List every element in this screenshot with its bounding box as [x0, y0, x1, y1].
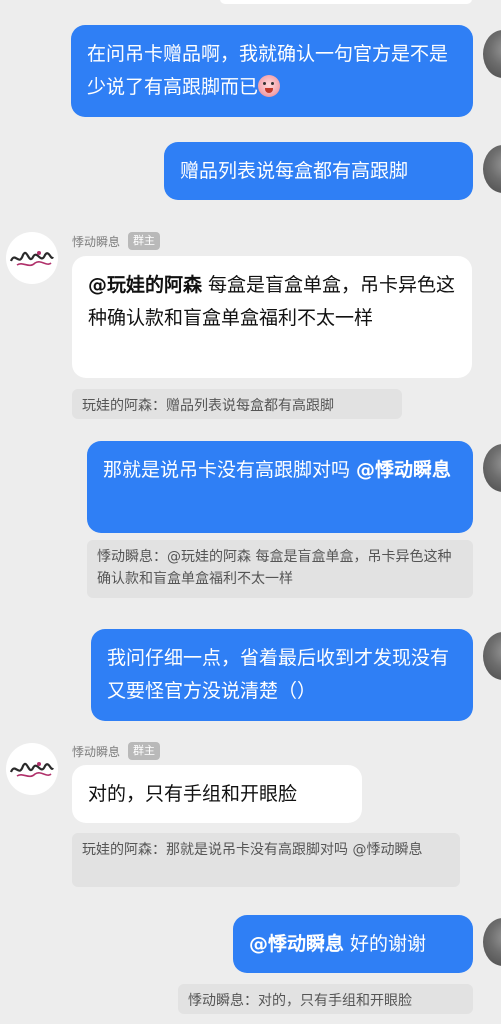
quote-text: 玩娃的阿森：赠品列表说每盒都有高跟脚 [82, 398, 334, 414]
message-bubble-3[interactable]: @玩娃的阿森 每盒是盲盒单盒，吊卡异色这种确认款和盲盒单盒福利不太一样 [72, 256, 472, 378]
user-avatar[interactable] [483, 145, 501, 193]
chat-message-list[interactable]: 在问吊卡赠品啊，我就确认一句官方是不是少说了有高跟脚而已 赠品列表说每盒都有高跟… [0, 0, 501, 1024]
reply-quote[interactable]: 悸动瞬息：对的，只有手组和开眼脸 [178, 984, 473, 1014]
reply-quote[interactable]: 玩娃的阿森：那就是说吊卡没有高跟脚对吗 @悸动瞬息 [72, 833, 460, 887]
quote-text: 悸动瞬息：@玩娃的阿森 每盒是盲盒单盒，吊卡异色这种确认款和盲盒单盒福利不太一样 [97, 549, 452, 587]
group-owner-avatar[interactable] [6, 232, 58, 284]
group-owner-avatar[interactable] [6, 743, 58, 795]
sender-name: 悸动瞬息 [72, 744, 121, 759]
group-owner-badge: 群主 [128, 742, 161, 760]
message-text: 好的谢谢 [344, 933, 427, 955]
message-text: 赠品列表说每盒都有高跟脚 [180, 160, 409, 182]
user-avatar[interactable] [483, 918, 501, 966]
group-owner-badge: 群主 [128, 232, 161, 250]
sender-line: 悸动瞬息 群主 [72, 742, 161, 760]
message-text: 那就是说吊卡没有高跟脚对吗 [103, 459, 357, 481]
mention[interactable]: @悸动瞬息 [356, 459, 451, 481]
quote-text: 玩娃的阿森：那就是说吊卡没有高跟脚对吗 @悸动瞬息 [82, 842, 423, 858]
group-logo-icon [9, 251, 54, 267]
message-bubble-4[interactable]: 那就是说吊卡没有高跟脚对吗 @悸动瞬息 [87, 441, 473, 533]
user-avatar[interactable] [483, 30, 501, 78]
message-bubble-6[interactable]: 对的，只有手组和开眼脸 [72, 765, 362, 823]
previous-message-bubble [220, 0, 472, 4]
user-avatar[interactable] [483, 444, 501, 492]
reply-quote[interactable]: 玩娃的阿森：赠品列表说每盒都有高跟脚 [72, 389, 402, 419]
message-bubble-1[interactable]: 在问吊卡赠品啊，我就确认一句官方是不是少说了有高跟脚而已 [71, 25, 473, 117]
message-text: 对的，只有手组和开眼脸 [88, 783, 298, 805]
sender-name: 悸动瞬息 [72, 234, 121, 249]
mention[interactable]: @玩娃的阿森 [88, 274, 202, 296]
crying-face-emoji-icon [258, 75, 281, 97]
message-text: 我问仔细一点，省着最后收到才发现没有又要怪官方没说清楚（） [107, 647, 450, 702]
reply-quote[interactable]: 悸动瞬息：@玩娃的阿森 每盒是盲盒单盒，吊卡异色这种确认款和盲盒单盒福利不太一样 [87, 540, 473, 598]
mention[interactable]: @悸动瞬息 [249, 933, 344, 955]
message-bubble-2[interactable]: 赠品列表说每盒都有高跟脚 [164, 142, 473, 200]
user-avatar[interactable] [483, 632, 501, 680]
message-bubble-5[interactable]: 我问仔细一点，省着最后收到才发现没有又要怪官方没说清楚（） [91, 629, 473, 721]
quote-text: 悸动瞬息：对的，只有手组和开眼脸 [188, 993, 412, 1009]
group-logo-icon [9, 762, 54, 778]
sender-line: 悸动瞬息 群主 [72, 232, 161, 250]
message-bubble-7[interactable]: @悸动瞬息 好的谢谢 [233, 915, 473, 973]
